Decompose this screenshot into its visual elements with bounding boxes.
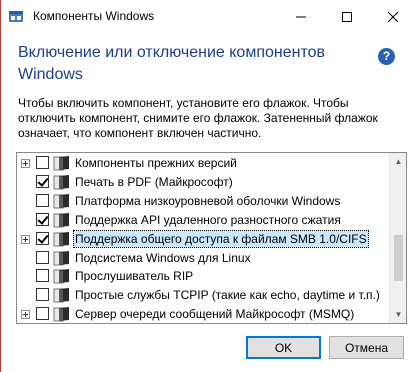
feature-checkbox[interactable]: [36, 250, 49, 264]
cancel-button[interactable]: Отмена: [329, 336, 404, 359]
feature-label[interactable]: Поддержка общего доступа к файлам SMB 1.…: [73, 229, 369, 248]
feature-checkbox[interactable]: [36, 212, 49, 226]
help-icon[interactable]: ?: [378, 48, 395, 65]
feature-folder-icon: [53, 193, 69, 209]
feature-checkbox[interactable]: [36, 174, 49, 188]
feature-folder-icon: [53, 307, 69, 322]
feature-row[interactable]: Поддержка общего доступа к файлам SMB 1.…: [17, 229, 387, 249]
feature-checkbox[interactable]: [36, 156, 49, 169]
scroll-down-icon[interactable]: ▼: [390, 306, 406, 323]
windows-features-dialog: Компоненты Windows Включение или отключе…: [0, 0, 417, 372]
feature-row[interactable]: Подсистема Windows для Linux: [17, 249, 387, 268]
close-button[interactable]: [370, 0, 416, 34]
feature-row[interactable]: Поддержка API удаленного разностного сжа…: [17, 211, 387, 230]
scroll-up-icon[interactable]: ▲: [390, 153, 406, 170]
feature-checkbox[interactable]: [36, 231, 49, 245]
feature-folder-icon: [53, 212, 69, 228]
feature-row[interactable]: Простые службы TCPIP (такие как echo, da…: [17, 286, 387, 305]
title-bar[interactable]: Компоненты Windows: [1, 0, 417, 34]
scrollbar-thumb[interactable]: [394, 235, 403, 281]
dialog-content: Включение или отключение компонентов Win…: [1, 34, 417, 372]
feature-folder-icon: [53, 156, 69, 171]
feature-label[interactable]: Прослушиватель RIP: [73, 268, 195, 284]
feature-label[interactable]: Сервер очереди сообщений Майкрософт (MSM…: [73, 306, 356, 322]
feature-row[interactable]: Компоненты прежних версий: [17, 154, 387, 173]
feature-row[interactable]: Сервер очереди сообщений Майкрософт (MSM…: [17, 305, 387, 323]
feature-label[interactable]: Простые службы TCPIP (такие как echo, da…: [73, 287, 382, 303]
feature-checkbox[interactable]: [36, 307, 49, 321]
window-title: Компоненты Windows: [33, 9, 155, 23]
dialog-description: Чтобы включить компонент, установите его…: [18, 96, 378, 140]
features-tree[interactable]: Компоненты прежних версий Печать в PDF (М…: [16, 152, 407, 324]
maximize-button[interactable]: [324, 0, 370, 34]
minimize-icon: [296, 16, 306, 18]
feature-row[interactable]: Печать в PDF (Майкрософт): [17, 173, 387, 192]
feature-label[interactable]: Платформа низкоуровневой оболочки Window…: [73, 193, 342, 209]
feature-label[interactable]: Поддержка API удаленного разностного сжа…: [73, 212, 343, 228]
feature-folder-icon: [53, 288, 69, 303]
feature-row[interactable]: Прослушиватель RIP: [17, 267, 387, 286]
feature-row[interactable]: Платформа низкоуровневой оболочки Window…: [17, 192, 387, 211]
feature-folder-icon: [53, 231, 69, 246]
ok-button[interactable]: OK: [246, 336, 321, 359]
feature-label[interactable]: Печать в PDF (Майкрософт): [73, 174, 235, 190]
windows-features-app-icon: [9, 11, 23, 22]
vertical-scrollbar[interactable]: ▲ ▼: [389, 153, 406, 323]
expand-plus-icon[interactable]: [21, 234, 30, 244]
feature-folder-icon: [53, 269, 69, 284]
feature-checkbox[interactable]: [36, 288, 49, 302]
expand-plus-icon[interactable]: [21, 310, 30, 320]
minimize-button[interactable]: [278, 0, 324, 34]
feature-folder-icon: [53, 250, 69, 265]
expand-plus-icon[interactable]: [21, 159, 30, 168]
feature-checkbox[interactable]: [36, 193, 49, 207]
dialog-heading: Включение или отключение компонентов Win…: [18, 44, 325, 83]
feature-checkbox[interactable]: [36, 269, 49, 283]
maximize-icon: [342, 12, 352, 22]
feature-label[interactable]: Компоненты прежних версий: [73, 155, 239, 171]
feature-folder-icon: [53, 174, 69, 190]
feature-label[interactable]: Подсистема Windows для Linux: [73, 250, 253, 266]
close-icon: [388, 12, 398, 22]
